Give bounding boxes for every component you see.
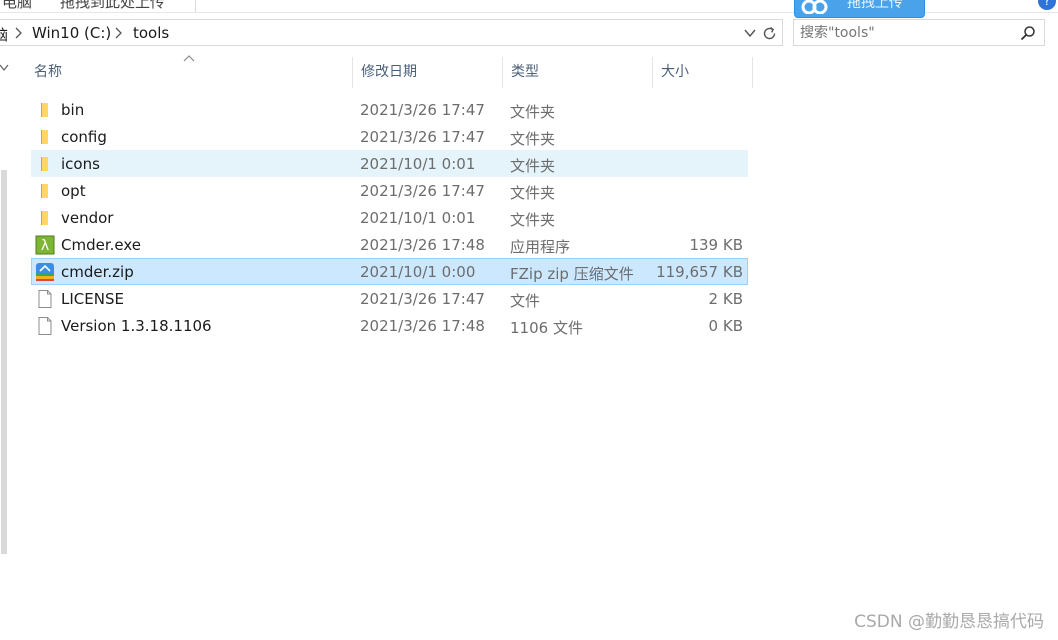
file-name[interactable]: Cmder.exe	[61, 236, 141, 254]
file-modified-date: 2021/10/1 0:01	[360, 209, 476, 227]
file-name[interactable]: config	[61, 128, 107, 146]
zip-archive-icon[interactable]	[35, 262, 55, 282]
folder-icon[interactable]	[35, 181, 55, 201]
chevron-down-icon[interactable]	[0, 62, 9, 74]
folder-icon[interactable]	[35, 154, 55, 174]
folder-icon[interactable]	[35, 100, 55, 120]
breadcrumb-clipped[interactable]: 脑	[0, 24, 8, 45]
folder-icon[interactable]	[35, 127, 55, 147]
file-row[interactable]: λ Cmder.exe 2021/3/26 17:48 应用程序 139 KB	[31, 231, 748, 258]
breadcrumb-tools[interactable]: tools	[133, 24, 169, 42]
file-modified-date: 2021/3/26 17:48	[360, 317, 485, 335]
search-icon[interactable]	[1020, 25, 1036, 41]
file-type: 文件	[510, 292, 541, 310]
file-size: 119,657 KB	[656, 263, 743, 281]
blank-file-icon[interactable]	[35, 316, 55, 336]
refresh-icon[interactable]	[761, 25, 778, 42]
file-type: 文件夹	[510, 184, 556, 202]
file-name[interactable]: icons	[61, 155, 100, 173]
file-row[interactable]: LICENSE 2021/3/26 17:47 文件 2 KB	[31, 285, 748, 312]
column-header-type[interactable]: 类型	[503, 57, 652, 88]
clipped-tab-label: 电脑	[2, 0, 33, 11]
search-input[interactable]	[800, 23, 1010, 42]
drag-upload-button[interactable]: 拖拽上传	[794, 0, 925, 18]
cmder-lambda-icon[interactable]: λ	[35, 235, 55, 255]
file-type: 应用程序	[510, 238, 571, 256]
file-row[interactable]: Version 1.3.18.1106 2021/3/26 17:48 1106 文…	[31, 312, 748, 339]
file-name[interactable]: vendor	[61, 209, 113, 227]
column-header-name[interactable]: 名称	[26, 57, 352, 88]
file-size: 139 KB	[689, 236, 743, 254]
column-header-date[interactable]: 修改日期	[353, 57, 502, 88]
column-header-size[interactable]: 大小	[653, 57, 752, 88]
file-name[interactable]: Version 1.3.18.1106	[61, 317, 212, 335]
file-type: FZip zip 压缩文件	[510, 265, 634, 283]
upload-button-label: 拖拽上传	[847, 0, 903, 11]
file-row[interactable]: opt 2021/3/26 17:47 文件夹	[31, 177, 748, 204]
svg-text:λ: λ	[41, 238, 49, 254]
strip-divider	[195, 0, 196, 12]
file-modified-date: 2021/3/26 17:47	[360, 101, 485, 119]
clipped-hint-label: 拖拽到此处上传	[60, 0, 166, 11]
file-modified-date: 2021/10/1 0:00	[360, 263, 476, 281]
file-row[interactable]: vendor 2021/10/1 0:01 文件夹	[31, 204, 748, 231]
file-type: 文件夹	[510, 130, 556, 148]
file-type: 文件夹	[510, 103, 556, 121]
file-type: 文件夹	[510, 211, 556, 229]
file-name[interactable]: cmder.zip	[61, 263, 134, 281]
cloud-link-icon	[801, 0, 828, 14]
file-type: 文件夹	[510, 157, 556, 175]
file-modified-date: 2021/3/26 17:48	[360, 236, 485, 254]
file-row[interactable]: bin 2021/3/26 17:47 文件夹	[31, 96, 748, 123]
nav-scrollbar[interactable]	[1, 170, 7, 554]
file-type: 1106 文件	[510, 319, 583, 337]
file-size: 0 KB	[708, 317, 743, 335]
chevron-down-icon[interactable]	[743, 26, 757, 40]
file-row[interactable]: config 2021/3/26 17:47 文件夹	[31, 123, 748, 150]
file-row[interactable]: cmder.zip 2021/10/1 0:00 FZip zip 压缩文件 119,…	[31, 258, 748, 285]
file-modified-date: 2021/3/26 17:47	[360, 128, 485, 146]
file-name[interactable]: LICENSE	[61, 290, 124, 308]
chevron-right-icon[interactable]	[113, 26, 125, 40]
file-row[interactable]: icons 2021/10/1 0:01 文件夹	[31, 150, 748, 177]
address-bar[interactable]: 脑 Win10 (C:) tools	[0, 19, 783, 46]
chevron-right-icon[interactable]	[13, 26, 25, 40]
watermark-text: CSDN @勤勤恳恳搞代码	[854, 612, 1044, 632]
search-box[interactable]	[793, 19, 1045, 46]
file-name[interactable]: bin	[61, 101, 84, 119]
file-name[interactable]: opt	[61, 182, 86, 200]
file-modified-date: 2021/10/1 0:01	[360, 155, 476, 173]
folder-icon[interactable]	[35, 208, 55, 228]
file-size: 2 KB	[708, 290, 743, 308]
blank-file-icon[interactable]	[35, 289, 55, 309]
file-modified-date: 2021/3/26 17:47	[360, 290, 485, 308]
file-modified-date: 2021/3/26 17:47	[360, 182, 485, 200]
column-divider[interactable]	[752, 57, 753, 88]
breadcrumb-drive[interactable]: Win10 (C:)	[32, 24, 111, 42]
